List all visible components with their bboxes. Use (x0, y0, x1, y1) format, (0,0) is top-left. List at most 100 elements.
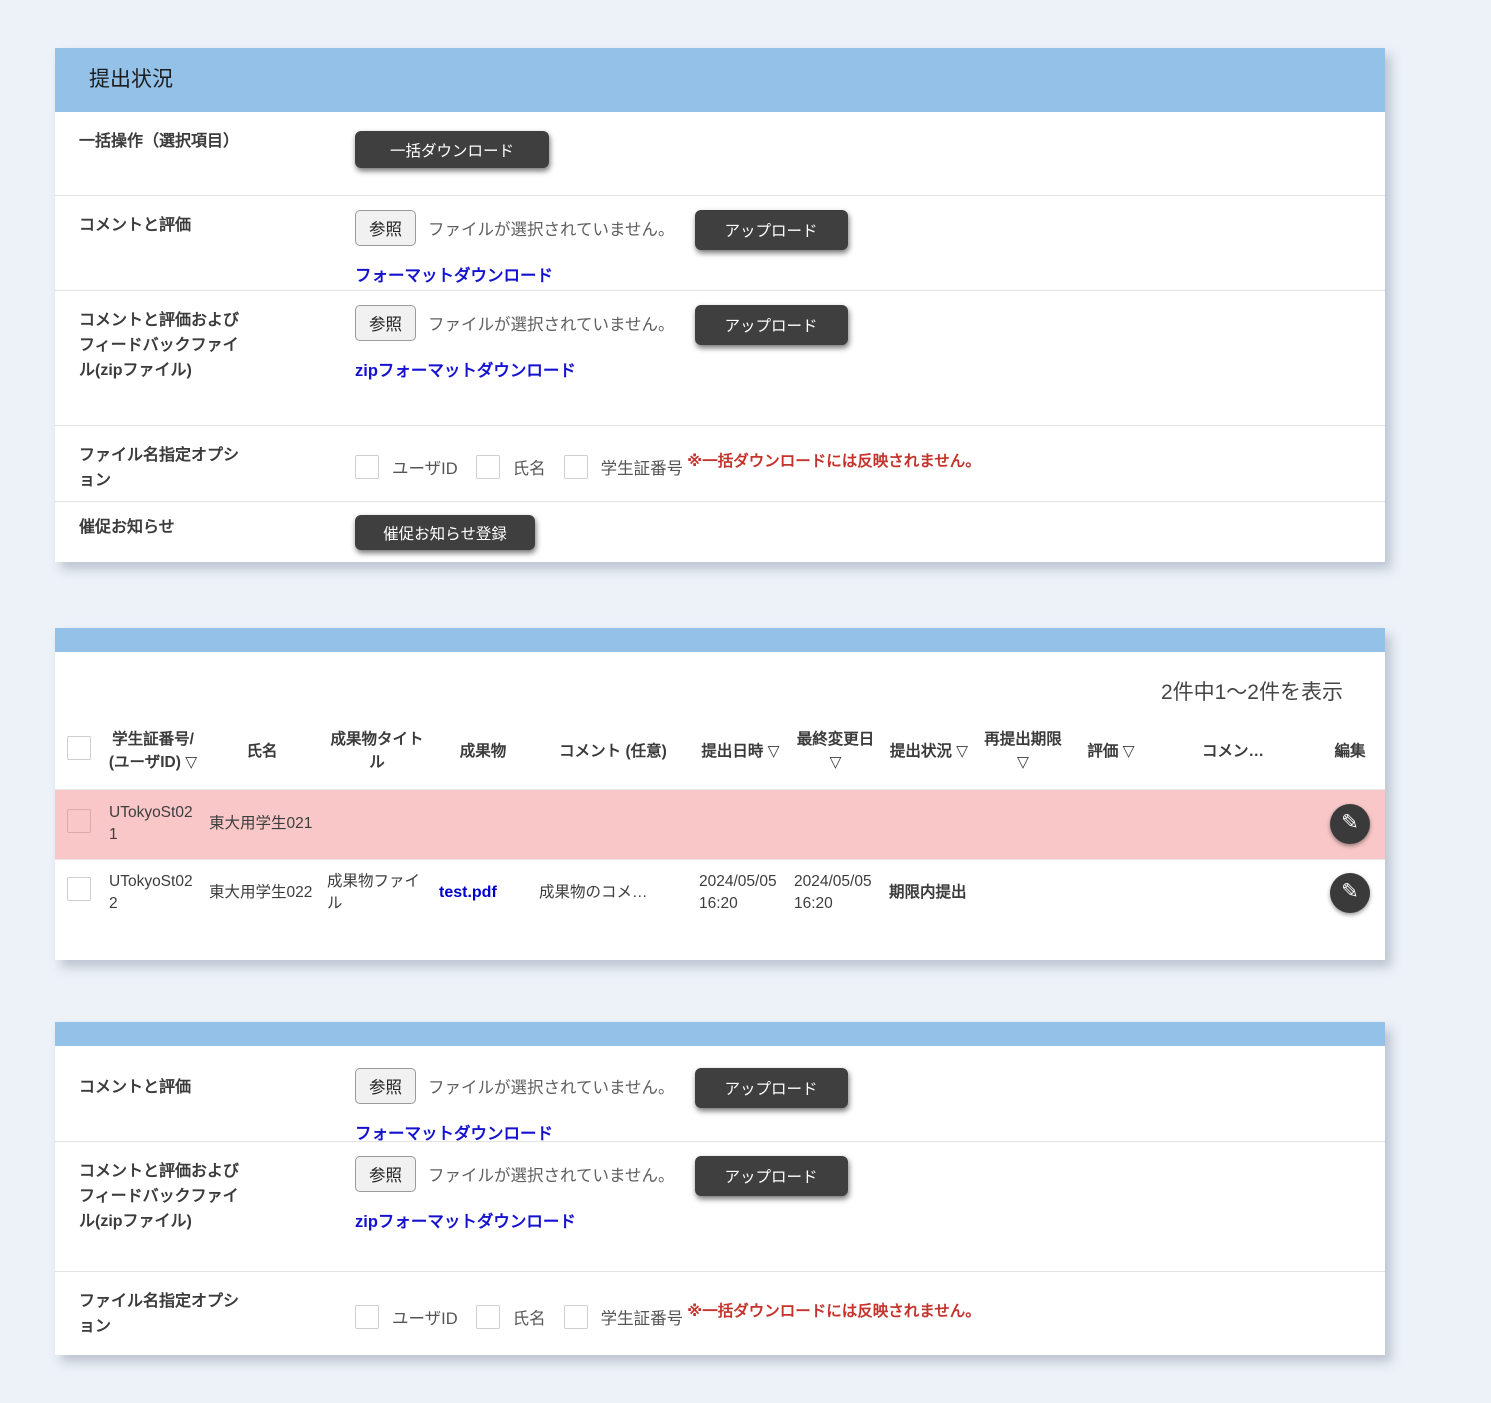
resubmit-deadline-cell (975, 789, 1071, 859)
no-file-selected-text: ファイルが選択されていません。 (428, 216, 675, 240)
reminder-register-button[interactable]: 催促お知らせ登録 (355, 515, 535, 550)
col-submitted-at[interactable]: 提出日時 ▽ (693, 718, 788, 789)
upload-button[interactable]: アップロード (695, 210, 848, 250)
user-id-checkbox-label: ユーザID (392, 1305, 458, 1329)
name-cell: 東大用学生022 (203, 859, 321, 926)
format-download-link[interactable]: フォーマットダウンロード (355, 262, 553, 286)
result-count-text: 2件中1〜2件を表示 (55, 652, 1385, 718)
col-comment: コメント (任意) (533, 718, 693, 789)
no-file-selected-text: ファイルが選択されていません。 (428, 1074, 675, 1098)
resubmit-deadline-cell (975, 859, 1071, 926)
comment-grade-row: コメントと評価 参照 ファイルが選択されていません。 アップロード フォーマット… (55, 195, 1385, 290)
col-name: 氏名 (203, 718, 321, 789)
status-cell (883, 789, 975, 859)
upload-button[interactable]: アップロード (695, 1156, 848, 1196)
bulk-download-note: ※一括ダウンロードには反映されません。 (687, 1299, 981, 1321)
browse-button[interactable]: 参照 (355, 1156, 416, 1192)
edit-button[interactable]: ✎ (1330, 804, 1370, 844)
student-id-cell: UTokyoSt022 (103, 859, 203, 926)
bulk-download-note: ※一括ダウンロードには反映されません。 (687, 449, 981, 471)
modified-at-cell (788, 789, 883, 859)
reminder-label: 催促お知らせ (79, 516, 239, 541)
work-title-cell (321, 789, 433, 859)
table-row: UTokyoSt022 東大用学生022 成果物ファイル test.pdf 成果… (55, 859, 1385, 926)
comment2-cell (1151, 789, 1315, 859)
panel-top-bar (55, 628, 1385, 652)
work-file-cell (433, 789, 533, 859)
browse-button[interactable]: 参照 (355, 305, 416, 341)
col-edit: 編集 (1315, 718, 1385, 789)
lower-actions-panel: コメントと評価 参照 ファイルが選択されていません。 アップロード フォーマット… (55, 1022, 1385, 1355)
work-file-link[interactable]: test.pdf (439, 884, 497, 901)
comment2-cell (1151, 859, 1315, 926)
comment-grade-zip-row: コメントと評価およびフィードバックファイル(zipファイル) 参照 ファイルが選… (55, 1141, 1385, 1271)
name-checkbox[interactable] (476, 1305, 500, 1329)
edit-button[interactable]: ✎ (1330, 873, 1370, 913)
comment-grade-zip-label: コメントと評価およびフィードバックファイル(zipファイル) (79, 309, 239, 383)
zip-format-download-link[interactable]: zipフォーマットダウンロード (355, 357, 576, 381)
user-id-checkbox[interactable] (355, 1305, 379, 1329)
col-status[interactable]: 提出状況 ▽ (883, 718, 975, 789)
modified-at-cell: 2024/05/05 16:20 (788, 859, 883, 926)
student-id-checkbox[interactable] (564, 455, 588, 479)
bulk-download-button[interactable]: 一括ダウンロード (355, 131, 549, 168)
user-id-checkbox-label: ユーザID (392, 455, 458, 479)
upload-button[interactable]: アップロード (695, 1068, 848, 1108)
col-work-file: 成果物 (433, 718, 533, 789)
submitted-at-cell: 2024/05/05 16:20 (693, 859, 788, 926)
student-id-checkbox-label: 学生証番号 (601, 1305, 684, 1329)
comment-cell: 成果物のコメ… (533, 859, 693, 926)
filename-option-label: ファイル名指定オプション (79, 444, 239, 494)
name-checkbox-label: 氏名 (513, 1305, 546, 1329)
student-id-checkbox[interactable] (564, 1305, 588, 1329)
no-file-selected-text: ファイルが選択されていません。 (428, 311, 675, 335)
name-checkbox[interactable] (476, 455, 500, 479)
browse-button[interactable]: 参照 (355, 210, 416, 246)
comment-grade-row: コメントと評価 参照 ファイルが選択されていません。 アップロード フォーマット… (55, 1046, 1385, 1141)
bulk-operation-row: 一括操作（選択項目） 一括ダウンロード (55, 112, 1385, 195)
no-file-selected-text: ファイルが選択されていません。 (428, 1162, 675, 1186)
student-id-checkbox-label: 学生証番号 (601, 455, 684, 479)
bulk-operation-label: 一括操作（選択項目） (79, 130, 239, 155)
col-grade[interactable]: 評価 ▽ (1071, 718, 1151, 789)
panel-top-bar (55, 1022, 1385, 1046)
zip-format-download-link[interactable]: zipフォーマットダウンロード (355, 1208, 576, 1232)
row-select-checkbox[interactable] (67, 877, 91, 901)
filename-option-label: ファイル名指定オプション (79, 1290, 239, 1340)
pencil-icon: ✎ (1341, 877, 1359, 906)
student-id-cell: UTokyoSt021 (103, 789, 203, 859)
reminder-row: 催促お知らせ 催促お知らせ登録 (55, 501, 1385, 562)
comment-grade-label: コメントと評価 (79, 1076, 239, 1101)
file-input: 参照 ファイルが選択されていません。 (355, 210, 675, 246)
comment-grade-zip-label: コメントと評価およびフィードバックファイル(zipファイル) (79, 1160, 239, 1234)
table-row: UTokyoSt021 東大用学生021 ✎ (55, 789, 1385, 859)
filename-option-row: ファイル名指定オプション ユーザID 氏名 学生証番号 ※一括ダウンロードには反… (55, 425, 1385, 501)
table-header-row: 学生証番号/(ユーザID) ▽ 氏名 成果物タイトル 成果物 コメント (任意)… (55, 718, 1385, 789)
col-student-id[interactable]: 学生証番号/(ユーザID) ▽ (103, 718, 203, 789)
submissions-table: 学生証番号/(ユーザID) ▽ 氏名 成果物タイトル 成果物 コメント (任意)… (55, 718, 1385, 926)
grade-cell (1071, 859, 1151, 926)
select-all-checkbox[interactable] (67, 736, 91, 760)
panel-title: 提出状況 (55, 48, 1385, 112)
work-title-cell: 成果物ファイル (321, 859, 433, 926)
browse-button[interactable]: 参照 (355, 1068, 416, 1104)
file-input: 参照 ファイルが選択されていません。 (355, 305, 675, 341)
name-checkbox-label: 氏名 (513, 455, 546, 479)
col-work-title: 成果物タイトル (321, 718, 433, 789)
comment-cell (533, 789, 693, 859)
grade-cell (1071, 789, 1151, 859)
file-input: 参照 ファイルが選択されていません。 (355, 1068, 675, 1104)
upload-button[interactable]: アップロード (695, 305, 848, 345)
col-resubmit-deadline[interactable]: 再提出期限 ▽ (975, 718, 1071, 789)
filename-option-row: ファイル名指定オプション ユーザID 氏名 学生証番号 ※一括ダウンロードには反… (55, 1271, 1385, 1355)
submission-status-panel: 提出状況 一括操作（選択項目） 一括ダウンロード コメントと評価 参照 ファイル… (55, 48, 1385, 562)
file-input: 参照 ファイルが選択されていません。 (355, 1156, 675, 1192)
col-comment2: コメン… (1151, 718, 1315, 789)
comment-grade-label: コメントと評価 (79, 214, 239, 239)
user-id-checkbox[interactable] (355, 455, 379, 479)
row-select-checkbox[interactable] (67, 809, 91, 833)
col-modified-at[interactable]: 最終変更日 ▽ (788, 718, 883, 789)
format-download-link[interactable]: フォーマットダウンロード (355, 1120, 553, 1144)
status-cell: 期限内提出 (883, 859, 975, 926)
comment-grade-zip-row: コメントと評価およびフィードバックファイル(zipファイル) 参照 ファイルが選… (55, 290, 1385, 425)
